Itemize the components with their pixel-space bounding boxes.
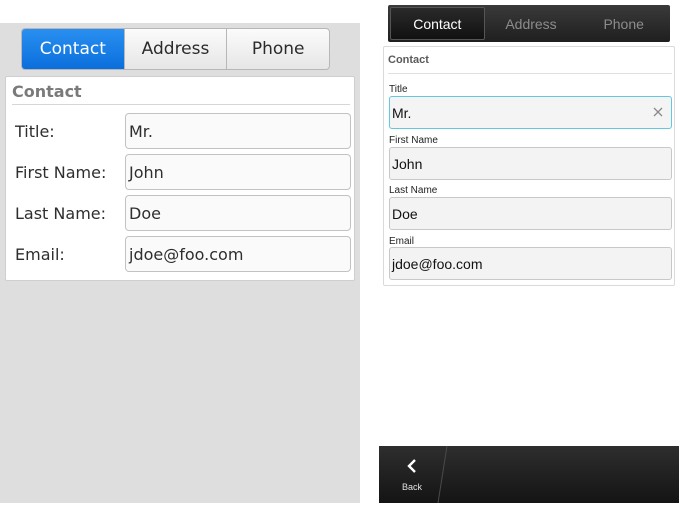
email-label: Email: xyxy=(15,245,65,264)
email-row: Email: jdoe@foo.com xyxy=(14,236,351,273)
last-name-label: Last Name: xyxy=(15,204,107,223)
tab-phone[interactable]: Phone xyxy=(226,29,329,69)
first-name-row: First Name: John xyxy=(14,154,351,191)
title-label: Title: xyxy=(15,122,55,141)
section-title: Contact xyxy=(12,82,350,105)
email-field[interactable]: jdoe@foo.com xyxy=(125,236,351,272)
action-bar: Back xyxy=(379,446,679,503)
close-icon[interactable] xyxy=(651,105,665,119)
last-name-row: Last Name: Doe xyxy=(14,195,351,232)
contact-form: Contact Title Mr. First Name John Last N… xyxy=(383,46,675,286)
email-label: Email xyxy=(389,236,415,247)
back-label: Back xyxy=(401,481,422,492)
section-title: Contact xyxy=(388,54,672,74)
action-bar-divider xyxy=(437,446,448,503)
title-row: Title: Mr. xyxy=(14,113,351,150)
title-field[interactable]: Mr. xyxy=(125,113,351,149)
tab-contact[interactable]: Contact xyxy=(22,29,124,69)
last-name-field[interactable]: Doe xyxy=(125,195,351,231)
chevron-left-icon xyxy=(406,458,418,479)
title-label: Title xyxy=(389,84,408,95)
tab-address[interactable]: Address xyxy=(123,29,227,69)
left-screen: Contact Address Phone Contact Title: Mr.… xyxy=(0,23,360,503)
first-name-field[interactable]: John xyxy=(389,147,672,180)
right-segmented-control: Contact Address Phone xyxy=(388,5,670,42)
contact-form: Contact Title: Mr. First Name: John Last… xyxy=(5,76,355,281)
right-screen: Contact Address Phone Contact Title Mr. … xyxy=(379,0,679,503)
last-name-field[interactable]: Doe xyxy=(389,197,672,230)
last-name-label: Last Name xyxy=(389,185,438,196)
first-name-label: First Name: xyxy=(15,163,107,182)
tab-address[interactable]: Address xyxy=(485,5,578,42)
tab-phone[interactable]: Phone xyxy=(577,5,670,42)
title-value: Mr. xyxy=(392,104,412,121)
email-field[interactable]: jdoe@foo.com xyxy=(389,247,672,280)
tab-contact[interactable]: Contact xyxy=(390,7,485,40)
first-name-label: First Name xyxy=(389,135,438,146)
title-field[interactable]: Mr. xyxy=(389,96,672,129)
first-name-field[interactable]: John xyxy=(125,154,351,190)
left-segmented-control: Contact Address Phone xyxy=(21,28,330,70)
